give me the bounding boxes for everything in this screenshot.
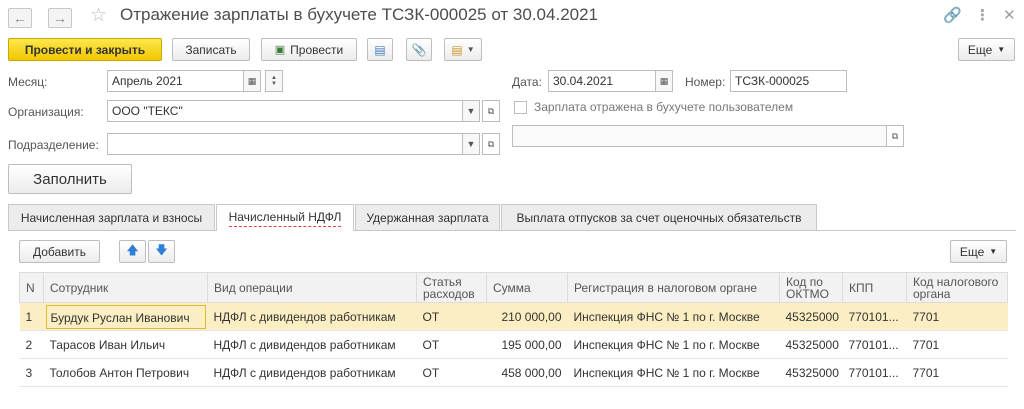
move-up-icon[interactable]: 🡅 xyxy=(119,240,146,263)
date-label: Дата: xyxy=(512,75,542,89)
tax-office-code-cell[interactable]: 7701 xyxy=(906,302,1008,331)
col-header-amount[interactable]: Сумма xyxy=(486,272,568,303)
col-header-employee[interactable]: Сотрудник xyxy=(43,272,208,303)
col-header-kpp[interactable]: КПП xyxy=(842,272,907,303)
tax-registration-cell[interactable]: Инспекция ФНС № 1 по г. Москве xyxy=(567,358,780,387)
page-title: Отражение зарплаты в бухучете ТСЗК-00002… xyxy=(120,5,599,24)
tab-withheld-salary[interactable]: Удержанная зарплата xyxy=(355,204,500,230)
col-header-operation[interactable]: Вид операции xyxy=(207,272,417,303)
table-row[interactable]: 1 Бурдук Руслан Иванович НДФЛ с дивиденд… xyxy=(19,302,1008,331)
amount-cell[interactable]: 210 000,00 xyxy=(486,302,568,331)
table-header-row: N Сотрудник Вид операции Статья расходов… xyxy=(19,272,1008,303)
kpp-cell[interactable]: 770101... xyxy=(842,330,907,359)
organization-field[interactable]: ООО "ТЕКС" xyxy=(107,100,463,122)
organization-open-icon[interactable]: ⧉ xyxy=(482,100,500,122)
table-row[interactable]: 3 Толобов Антон Петрович НДФЛ с дивиденд… xyxy=(19,358,1008,387)
post-button[interactable]: ▣ Провести xyxy=(261,38,357,61)
number-label: Номер: xyxy=(685,75,726,89)
comment-open-icon[interactable]: ⧉ xyxy=(886,125,904,147)
date-field[interactable]: 30.04.2021 xyxy=(548,70,656,92)
date-calendar-icon[interactable]: ▦ xyxy=(655,70,673,92)
employee-cell[interactable]: Тарасов Иван Ильич xyxy=(43,330,208,359)
save-button[interactable]: Записать xyxy=(172,38,250,61)
tab-vacation-payments[interactable]: Выплата отпусков за счет оценочных обяза… xyxy=(501,204,817,230)
kpp-cell[interactable]: 770101... xyxy=(842,302,907,331)
tab-strip-divider xyxy=(8,230,1016,231)
organization-label: Организация: xyxy=(8,105,84,119)
table-more-chevron-icon: ▼ xyxy=(989,247,998,256)
posted-by-user-checkbox[interactable] xyxy=(514,101,527,114)
col-header-number[interactable]: N xyxy=(19,272,44,303)
move-down-icon[interactable]: 🡇 xyxy=(148,240,175,263)
operation-cell[interactable]: НДФЛ с дивидендов работникам xyxy=(207,302,417,331)
tab-accrued-ndfl[interactable]: Начисленный НДФЛ xyxy=(216,204,354,231)
operation-cell[interactable]: НДФЛ с дивидендов работникам xyxy=(207,358,417,387)
more-vertical-icon[interactable]: ⋮ xyxy=(975,6,990,24)
post-and-close-button[interactable]: Провести и закрыть xyxy=(8,38,162,61)
col-header-oktmo[interactable]: Код по ОКТМО xyxy=(779,272,843,303)
link-icon[interactable]: 🔗 xyxy=(943,6,962,24)
attachment-clip-icon[interactable]: 📎 xyxy=(406,38,432,61)
ndfl-table: N Сотрудник Вид операции Статья расходов… xyxy=(19,272,1008,387)
col-header-tax-office-code[interactable]: Код налогового органа xyxy=(906,272,1008,303)
number-field[interactable]: ТСЗК-000025 xyxy=(730,70,847,92)
report-list-icon[interactable]: ▤ xyxy=(367,38,393,61)
department-open-icon[interactable]: ⧉ xyxy=(482,133,500,155)
expense-item-cell[interactable]: ОТ xyxy=(416,302,487,331)
posted-by-user-label: Зарплата отражена в бухучете пользовател… xyxy=(534,100,794,114)
forward-arrow-icon[interactable]: → xyxy=(48,8,72,28)
close-icon[interactable]: ✕ xyxy=(1003,6,1016,24)
back-arrow-icon[interactable]: ← xyxy=(8,8,32,28)
oktmo-cell[interactable]: 45325000 xyxy=(779,302,843,331)
fill-button[interactable]: Заполнить xyxy=(8,164,132,194)
row-number: 1 xyxy=(19,302,44,331)
row-number: 3 xyxy=(19,358,44,387)
department-field[interactable] xyxy=(107,133,463,155)
tax-office-code-cell[interactable]: 7701 xyxy=(906,358,1008,387)
amount-cell[interactable]: 458 000,00 xyxy=(486,358,568,387)
table-more-button[interactable]: Еще ▼ xyxy=(950,240,1007,263)
chevron-down-icon: ▼ xyxy=(997,45,1006,54)
amount-cell[interactable]: 195 000,00 xyxy=(486,330,568,359)
tax-office-code-cell[interactable]: 7701 xyxy=(906,330,1008,359)
col-header-expense-item[interactable]: Статья расходов xyxy=(416,272,487,303)
department-dropdown-icon[interactable]: ▼ xyxy=(462,133,480,155)
tax-registration-cell[interactable]: Инспекция ФНС № 1 по г. Москве xyxy=(567,330,780,359)
organization-dropdown-icon[interactable]: ▼ xyxy=(462,100,480,122)
tax-registration-cell[interactable]: Инспекция ФНС № 1 по г. Москве xyxy=(567,302,780,331)
table-row[interactable]: 2 Тарасов Иван Ильич НДФЛ с дивидендов р… xyxy=(19,330,1008,359)
oktmo-cell[interactable]: 45325000 xyxy=(779,330,843,359)
expense-item-cell[interactable]: ОТ xyxy=(416,358,487,387)
col-header-tax-registration[interactable]: Регистрация в налоговом органе xyxy=(567,272,780,303)
comment-field[interactable] xyxy=(512,125,887,147)
more-menu-button[interactable]: Еще ▼ xyxy=(958,38,1015,61)
post-doc-icon: ▣ xyxy=(274,44,286,56)
operation-cell[interactable]: НДФЛ с дивидендов работникам xyxy=(207,330,417,359)
favorite-star-icon[interactable]: ☆ xyxy=(90,4,107,27)
month-field[interactable]: Апрель 2021 xyxy=(107,70,244,92)
row-number: 2 xyxy=(19,330,44,359)
add-row-button[interactable]: Добавить xyxy=(19,240,100,263)
oktmo-cell[interactable]: 45325000 xyxy=(779,358,843,387)
employee-cell[interactable]: Бурдук Руслан Иванович xyxy=(43,302,208,331)
department-label: Подразделение: xyxy=(8,138,99,152)
expense-item-cell[interactable]: ОТ xyxy=(416,330,487,359)
calendar-icon[interactable]: ▦ xyxy=(243,70,261,92)
print-menu-icon[interactable]: ▤ ▼ xyxy=(444,38,482,61)
tab-accrued-salary[interactable]: Начисленная зарплата и взносы xyxy=(8,204,215,230)
month-label: Месяц: xyxy=(8,75,48,89)
month-spinner-icon[interactable]: ▲ ▼ xyxy=(265,70,283,92)
kpp-cell[interactable]: 770101... xyxy=(842,358,907,387)
employee-cell[interactable]: Толобов Антон Петрович xyxy=(43,358,208,387)
